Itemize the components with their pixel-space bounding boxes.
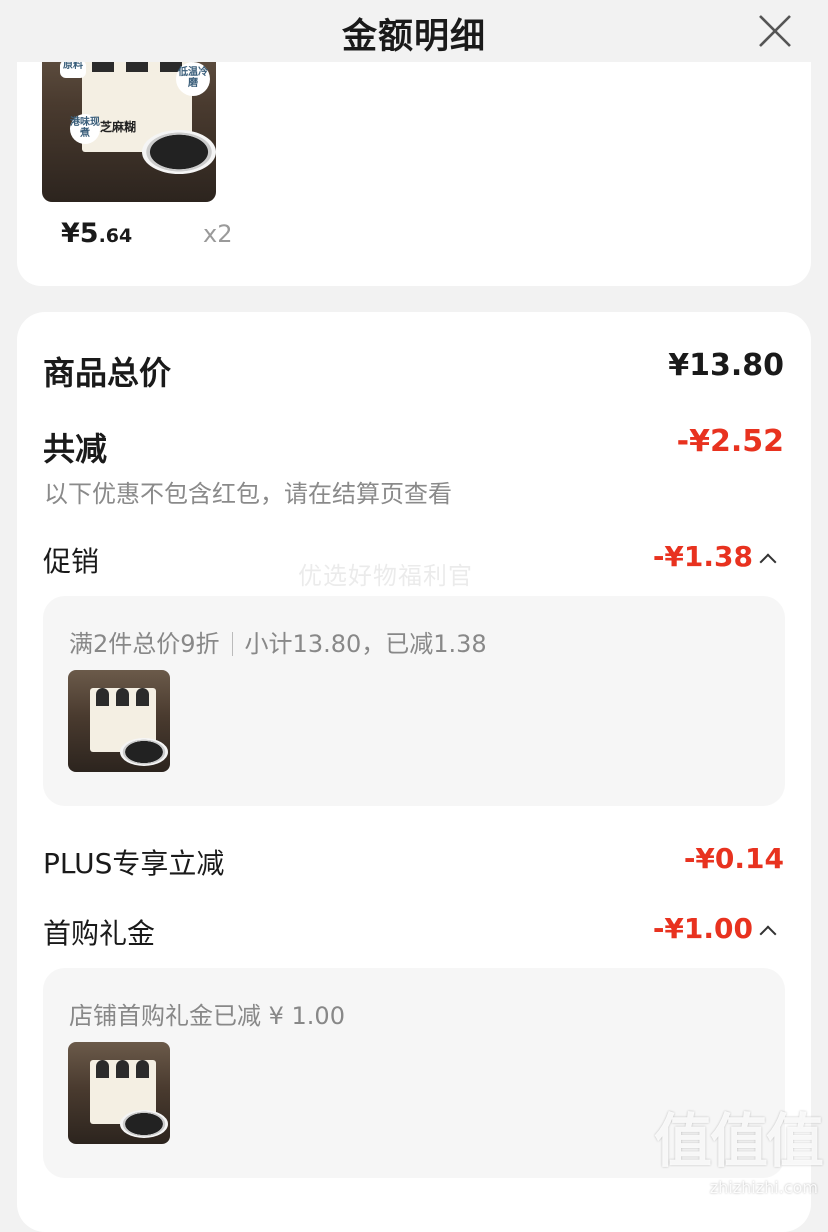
first-buy-label: 首购礼金 [43,912,155,952]
promotion-subtotal: 小计13.80，已减1.38 [245,630,487,658]
reduce-note: 以下优惠不包含红包，请在结算页查看 [44,474,452,509]
collapse-caret-icon[interactable] [760,926,777,943]
site-logo: 值值值 zhizhizhi.com [654,1094,822,1197]
first-buy-product-thumb[interactable] [68,1042,170,1144]
header-bar: 金额明细 [0,0,828,62]
site-logo-url: zhizhizhi.com [654,1178,818,1197]
promotion-value[interactable]: -¥1.38 [653,540,753,573]
price-integer: ¥5 [61,218,99,249]
image-tag: 低温冷磨 [176,62,210,96]
bowl-image [142,130,216,174]
image-tag: 港味现煮 [70,114,100,144]
promotion-detail-line: 满2件总价9折小计13.80，已减1.38 [69,624,487,659]
total-reduce-value: -¥2.52 [677,424,784,459]
total-price-value: ¥13.80 [668,348,784,383]
total-reduce-label: 共减 [43,424,107,470]
promotion-label: 促销 [43,540,99,580]
product-card: 黑芝麻糊 原料 低温冷磨 港味现煮 ¥5.64 x2 [17,62,811,286]
price-decimal: .64 [99,225,133,247]
product-quantity: x2 [203,220,232,248]
plus-discount-label: PLUS专享立减 [43,842,224,882]
total-price-label: 商品总价 [43,348,171,394]
divider [232,632,233,656]
plus-discount-value: -¥0.14 [684,842,784,875]
image-tag: 原料 [60,60,86,78]
first-buy-detail-line: 店铺首购礼金已减 ¥ 1.00 [69,996,345,1031]
site-logo-glyphs: 值值值 [654,1094,822,1178]
first-buy-value[interactable]: -¥1.00 [653,912,753,945]
product-price: ¥5.64 [61,218,132,249]
close-icon[interactable] [756,12,794,50]
collapse-caret-icon[interactable] [760,554,777,571]
page-title: 金额明细 [0,8,828,59]
promotion-detail-box: 满2件总价9折小计13.80，已减1.38 [43,596,785,806]
promotion-rule: 满2件总价9折 [69,630,220,658]
watermark-text: 优选好物福利官 [298,556,473,591]
promotion-product-thumb[interactable] [68,670,170,772]
